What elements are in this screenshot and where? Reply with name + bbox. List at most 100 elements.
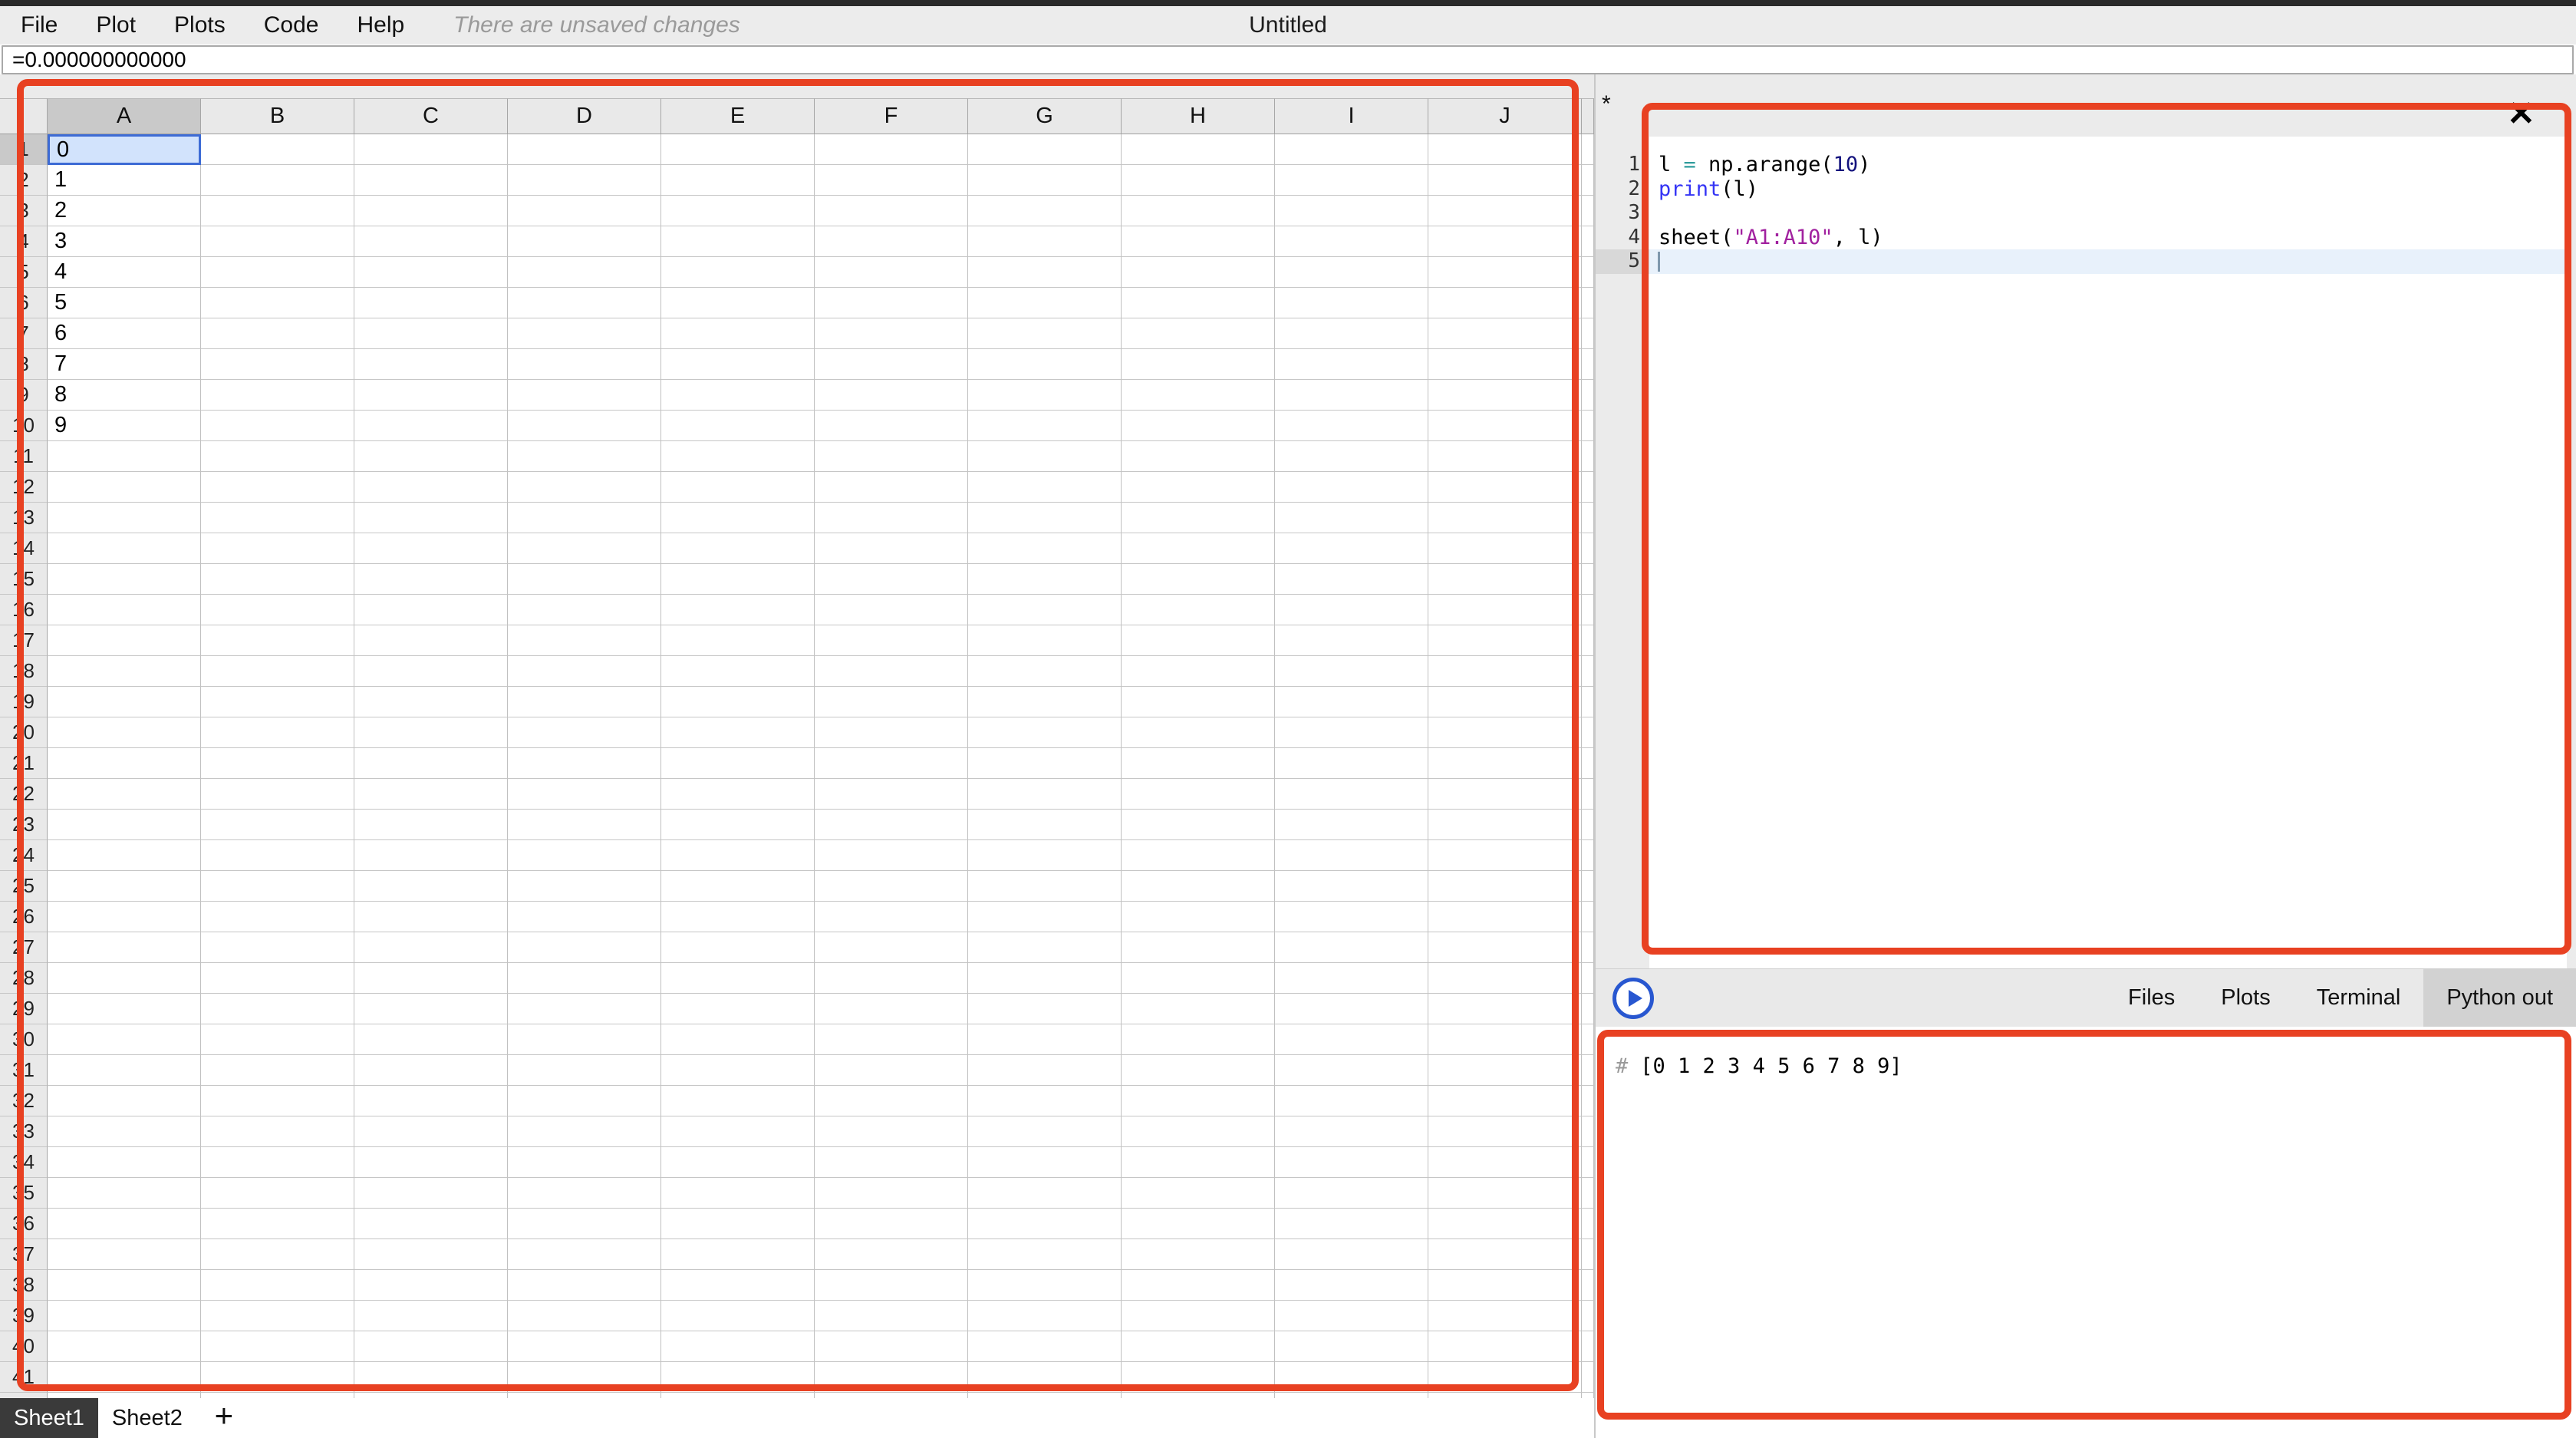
cell-H18[interactable]	[1122, 656, 1275, 687]
cell-G25[interactable]	[968, 871, 1122, 902]
cell-C1[interactable]	[354, 134, 508, 165]
cell-D32[interactable]	[508, 1086, 661, 1116]
cell-C9[interactable]	[354, 380, 508, 411]
cell-G8[interactable]	[968, 349, 1122, 380]
row-header-38[interactable]: 38	[0, 1270, 48, 1301]
cell-I3[interactable]	[1275, 196, 1428, 226]
cell-I40[interactable]	[1275, 1331, 1428, 1362]
cell-A20[interactable]	[48, 717, 201, 748]
cell-J5[interactable]	[1428, 257, 1582, 288]
cell-J23[interactable]	[1428, 810, 1582, 840]
cell-B31[interactable]	[201, 1055, 354, 1086]
cell-E28[interactable]	[661, 963, 815, 994]
cell-D28[interactable]	[508, 963, 661, 994]
cell-F42[interactable]	[815, 1393, 968, 1398]
cell-G17[interactable]	[968, 625, 1122, 656]
cell-F6[interactable]	[815, 288, 968, 318]
cell-C25[interactable]	[354, 871, 508, 902]
cell-J3[interactable]	[1428, 196, 1582, 226]
cell-B29[interactable]	[201, 994, 354, 1024]
cell-C32[interactable]	[354, 1086, 508, 1116]
cell-D20[interactable]	[508, 717, 661, 748]
cell-I13[interactable]	[1275, 503, 1428, 533]
code-line-3[interactable]	[1649, 201, 2567, 226]
cell-J42[interactable]	[1428, 1393, 1582, 1398]
cell-H12[interactable]	[1122, 472, 1275, 503]
cell-C13[interactable]	[354, 503, 508, 533]
cell-H10[interactable]	[1122, 411, 1275, 441]
cell-H15[interactable]	[1122, 564, 1275, 595]
cell-A3[interactable]: 2	[48, 196, 201, 226]
cell-J32[interactable]	[1428, 1086, 1582, 1116]
cell-D35[interactable]	[508, 1178, 661, 1209]
cell-G2[interactable]	[968, 165, 1122, 196]
cell-A38[interactable]	[48, 1270, 201, 1301]
cell-H31[interactable]	[1122, 1055, 1275, 1086]
cell-A32[interactable]	[48, 1086, 201, 1116]
row-header-16[interactable]: 16	[0, 595, 48, 625]
cell-F1[interactable]	[815, 134, 968, 165]
cell-I38[interactable]	[1275, 1270, 1428, 1301]
cell-I28[interactable]	[1275, 963, 1428, 994]
cell-E19[interactable]	[661, 687, 815, 717]
cell-F35[interactable]	[815, 1178, 968, 1209]
cell-B25[interactable]	[201, 871, 354, 902]
cell-E7[interactable]	[661, 318, 815, 349]
cell-C42[interactable]	[354, 1393, 508, 1398]
cell-B40[interactable]	[201, 1331, 354, 1362]
tab-python-out[interactable]: Python out	[2423, 969, 2576, 1027]
cell-C7[interactable]	[354, 318, 508, 349]
cell-J24[interactable]	[1428, 840, 1582, 871]
cell-E3[interactable]	[661, 196, 815, 226]
cell-B23[interactable]	[201, 810, 354, 840]
cell-I19[interactable]	[1275, 687, 1428, 717]
cell-E11[interactable]	[661, 441, 815, 472]
row-header-6[interactable]: 6	[0, 288, 48, 318]
cell-H39[interactable]	[1122, 1301, 1275, 1331]
cell-F33[interactable]	[815, 1116, 968, 1147]
cell-A28[interactable]	[48, 963, 201, 994]
cell-G21[interactable]	[968, 748, 1122, 779]
cell-H21[interactable]	[1122, 748, 1275, 779]
cell-C18[interactable]	[354, 656, 508, 687]
cell-E24[interactable]	[661, 840, 815, 871]
cell-H14[interactable]	[1122, 533, 1275, 564]
cell-H24[interactable]	[1122, 840, 1275, 871]
cell-H17[interactable]	[1122, 625, 1275, 656]
cell-H26[interactable]	[1122, 902, 1275, 932]
cell-D15[interactable]	[508, 564, 661, 595]
cell-H11[interactable]	[1122, 441, 1275, 472]
cell-F37[interactable]	[815, 1239, 968, 1270]
cell-F3[interactable]	[815, 196, 968, 226]
column-header-D[interactable]: D	[508, 98, 661, 134]
cell-G3[interactable]	[968, 196, 1122, 226]
cell-I22[interactable]	[1275, 779, 1428, 810]
column-header-J[interactable]: J	[1428, 98, 1582, 134]
cell-B12[interactable]	[201, 472, 354, 503]
cell-I35[interactable]	[1275, 1178, 1428, 1209]
column-header-I[interactable]: I	[1275, 98, 1428, 134]
row-header-9[interactable]: 9	[0, 380, 48, 411]
cell-H7[interactable]	[1122, 318, 1275, 349]
cell-B11[interactable]	[201, 441, 354, 472]
cell-J33[interactable]	[1428, 1116, 1582, 1147]
column-header-G[interactable]: G	[968, 98, 1122, 134]
row-header-17[interactable]: 17	[0, 625, 48, 656]
row-header-14[interactable]: 14	[0, 533, 48, 564]
cell-G4[interactable]	[968, 226, 1122, 257]
cell-J16[interactable]	[1428, 595, 1582, 625]
cell-J8[interactable]	[1428, 349, 1582, 380]
cell-D26[interactable]	[508, 902, 661, 932]
cell-I5[interactable]	[1275, 257, 1428, 288]
tab-plots[interactable]: Plots	[2198, 969, 2293, 1027]
row-header-32[interactable]: 32	[0, 1086, 48, 1116]
cell-F11[interactable]	[815, 441, 968, 472]
cell-F27[interactable]	[815, 932, 968, 963]
cell-H33[interactable]	[1122, 1116, 1275, 1147]
cell-G1[interactable]	[968, 134, 1122, 165]
cell-I14[interactable]	[1275, 533, 1428, 564]
cell-H30[interactable]	[1122, 1024, 1275, 1055]
cell-A11[interactable]	[48, 441, 201, 472]
cell-H28[interactable]	[1122, 963, 1275, 994]
row-header-4[interactable]: 4	[0, 226, 48, 257]
